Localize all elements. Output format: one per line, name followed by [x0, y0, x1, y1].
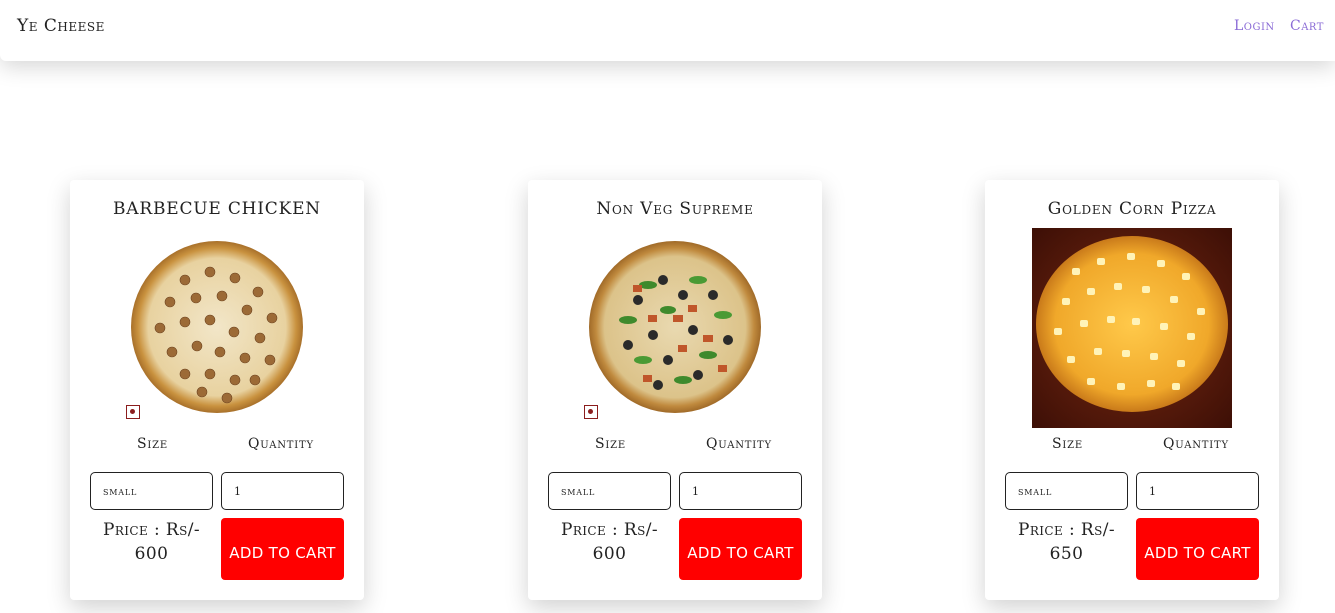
add-to-cart-label: ADD TO CART	[1144, 543, 1251, 562]
login-link[interactable]: Login	[1234, 18, 1275, 34]
price-text: Price : Rs/- 600	[548, 518, 671, 566]
size-select[interactable]: small	[548, 472, 671, 510]
brand-logo[interactable]: Ye Cheese	[17, 16, 105, 36]
add-to-cart-button[interactable]: ADD TO CART	[679, 518, 802, 580]
quantity-input[interactable]: 1	[221, 472, 344, 510]
price-label: Price : Rs/-	[561, 520, 658, 540]
pizza-image	[589, 241, 761, 413]
pizza-image	[1032, 228, 1232, 428]
size-select[interactable]: small	[1005, 472, 1128, 510]
add-to-cart-label: ADD TO CART	[687, 543, 794, 562]
navbar: Ye Cheese Login Cart	[0, 0, 1335, 61]
quantity-input[interactable]: 1	[679, 472, 802, 510]
quantity-label: Quantity	[248, 436, 314, 452]
cart-link[interactable]: Cart	[1290, 18, 1324, 34]
size-label: Size	[595, 436, 626, 452]
product-title: BARBECUE CHICKEN	[113, 199, 321, 219]
size-label: Size	[1052, 436, 1083, 452]
price-text: Price : Rs/- 600	[90, 518, 213, 566]
product-card: BARBECUE CHICKEN Size Quantity small 1 P…	[70, 180, 364, 600]
add-to-cart-label: ADD TO CART	[229, 543, 336, 562]
price-label: Price : Rs/-	[103, 520, 200, 540]
price-text: Price : Rs/- 650	[1005, 518, 1128, 566]
non-veg-icon	[584, 405, 598, 419]
size-select[interactable]: small	[90, 472, 213, 510]
quantity-label: Quantity	[1163, 436, 1229, 452]
non-veg-icon	[126, 405, 140, 419]
price-value: 600	[592, 544, 627, 564]
add-to-cart-button[interactable]: ADD TO CART	[1136, 518, 1259, 580]
price-value: 600	[134, 544, 169, 564]
quantity-label: Quantity	[706, 436, 772, 452]
product-title: Non Veg Supreme	[596, 199, 754, 219]
pizza-image	[131, 241, 303, 413]
price-label: Price : Rs/-	[1018, 520, 1115, 540]
product-card: Non Veg Supreme Size Quantity small 1 Pr…	[528, 180, 822, 600]
product-title: Golden Corn Pizza	[1047, 199, 1217, 219]
size-label: Size	[137, 436, 168, 452]
price-value: 650	[1049, 544, 1084, 564]
product-card: Golden Corn Pizza Size Quantity small 1 …	[985, 180, 1279, 600]
quantity-input[interactable]: 1	[1136, 472, 1259, 510]
add-to-cart-button[interactable]: ADD TO CART	[221, 518, 344, 580]
